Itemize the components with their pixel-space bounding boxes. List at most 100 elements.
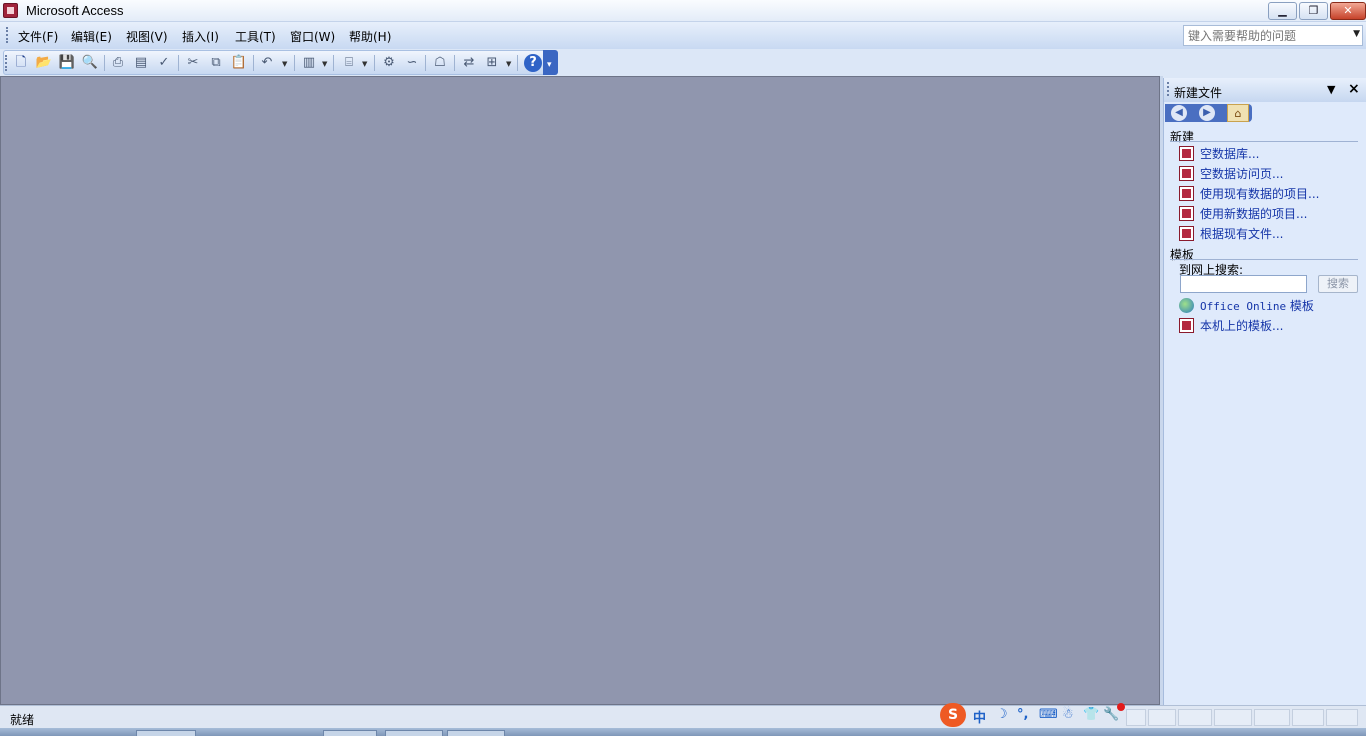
home-icon[interactable]: ⌂ [1227, 104, 1249, 122]
menu-window[interactable]: 窗口(W) [290, 28, 335, 45]
help-question-box[interactable]: ▼ [1183, 25, 1363, 46]
cut-icon[interactable]: ✂ [184, 54, 202, 72]
link-label: 根据现有文件... [1200, 227, 1284, 241]
code-icon[interactable]: ⚙ [380, 54, 398, 72]
file-search-icon[interactable]: 🔍 [81, 54, 99, 72]
section-new-heading: 新建 [1170, 130, 1195, 144]
print-preview-icon[interactable]: ▤ [132, 54, 150, 72]
link-label: 本机上的模板... [1200, 319, 1284, 333]
status-text: 就绪 [10, 713, 35, 727]
project-icon [1179, 206, 1194, 221]
standard-toolbar: 🗋 📂 💾 🔍 ⎙ ▤ ✓ ✂ ⧉ 📋 ↶ ▼ ▥ ▼ ⌸ ▼ ⚙ ∽ ☖ ⇄ … [3, 50, 557, 75]
task-pane-header: 新建文件 ▼ × [1164, 78, 1366, 102]
spelling-icon[interactable]: ✓ [155, 54, 173, 72]
close-icon[interactable]: × [1348, 81, 1360, 97]
toolbar-separator [178, 55, 179, 71]
task-pane-nav-bar: ◀ ▶ ⌂ [1165, 104, 1252, 122]
menu-edit[interactable]: 编辑(E) [71, 28, 112, 45]
status-cell [1326, 709, 1358, 726]
properties-icon[interactable]: ☖ [431, 54, 449, 72]
undo-dropdown-icon[interactable]: ▼ [282, 60, 287, 68]
office-links-dropdown-icon[interactable]: ▼ [322, 60, 327, 68]
section-divider [1170, 141, 1358, 142]
local-templates-link[interactable]: 本机上的模板... [1179, 317, 1283, 334]
window-title: Microsoft Access [26, 3, 124, 18]
toolbar-separator [374, 55, 375, 71]
ime-toolbar: S 中 ☽ °, ⌨ ☃ 👕 🔧 [938, 703, 1126, 727]
access-app-icon[interactable] [3, 3, 18, 18]
paste-icon[interactable]: 📋 [230, 54, 248, 72]
taskbar-button[interactable] [136, 730, 196, 736]
new-object-dropdown-icon[interactable]: ▼ [506, 60, 511, 68]
link-label: 模板 [1286, 299, 1314, 313]
print-icon[interactable]: ⎙ [109, 54, 127, 72]
blank-database-link[interactable]: 空数据库... [1179, 145, 1259, 162]
analyze-dropdown-icon[interactable]: ▼ [362, 60, 367, 68]
back-icon[interactable]: ◀ [1171, 105, 1187, 121]
project-existing-data-link[interactable]: 使用现有数据的项目... [1179, 185, 1319, 202]
taskbar-button[interactable] [323, 730, 377, 736]
template-search-box[interactable] [1180, 275, 1307, 293]
new-file-task-pane: 新建文件 ▼ × ◀ ▶ ⌂ 新建 空数据库... 空数据访问页... 使用现有… [1163, 78, 1366, 705]
task-pane-grip[interactable] [1167, 82, 1170, 96]
blank-data-access-page-link[interactable]: 空数据访问页... [1179, 165, 1283, 182]
status-cell [1178, 709, 1212, 726]
toolbar-separator [517, 55, 518, 71]
data-access-page-icon [1179, 166, 1194, 181]
menu-help[interactable]: 帮助(H) [349, 28, 391, 45]
save-icon[interactable]: 💾 [58, 54, 76, 72]
chevron-down-icon[interactable]: ▼ [1353, 29, 1360, 39]
punctuation-icon[interactable]: °, [1017, 707, 1028, 722]
status-cell [1214, 709, 1252, 726]
new-object-icon[interactable]: ⊞ [483, 54, 501, 72]
menu-file[interactable]: 文件(F) [18, 28, 58, 45]
menu-view[interactable]: 视图(V) [126, 28, 168, 45]
link-label: 空数据库... [1200, 147, 1260, 161]
close-button[interactable]: ✕ [1330, 2, 1366, 20]
user-icon[interactable]: ☃ [1062, 707, 1074, 722]
section-divider [1170, 259, 1358, 260]
script-icon[interactable]: ∽ [403, 54, 421, 72]
copy-icon[interactable]: ⧉ [207, 54, 225, 72]
status-cell [1254, 709, 1290, 726]
menu-tools[interactable]: 工具(T) [235, 28, 276, 45]
undo-icon[interactable]: ↶ [258, 54, 276, 72]
chevron-down-icon[interactable]: ▼ [1327, 83, 1335, 96]
title-bar: Microsoft Access ▁ ❐ ✕ [0, 0, 1366, 22]
skin-icon[interactable]: 👕 [1083, 707, 1099, 722]
notification-dot [1117, 703, 1125, 711]
main-workspace [0, 76, 1160, 705]
search-button[interactable]: 搜索 [1318, 275, 1358, 293]
office-online-templates-link[interactable]: Office Online 模板 [1179, 297, 1314, 314]
project-new-data-link[interactable]: 使用新数据的项目... [1179, 205, 1307, 222]
taskbar-button[interactable] [447, 730, 505, 736]
office-links-icon[interactable]: ▥ [300, 54, 318, 72]
menu-insert[interactable]: 插入(I) [182, 28, 219, 45]
half-width-icon[interactable]: ☽ [996, 707, 1008, 722]
toolbar-options-button[interactable] [543, 50, 558, 75]
database-icon [1179, 146, 1194, 161]
from-existing-file-link[interactable]: 根据现有文件... [1179, 225, 1283, 242]
help-question-input[interactable] [1184, 26, 1344, 45]
menubar-grip[interactable] [6, 27, 9, 43]
forward-icon[interactable]: ▶ [1199, 105, 1215, 121]
taskbar-button[interactable] [385, 730, 443, 736]
analyze-icon[interactable]: ⌸ [340, 54, 358, 72]
open-icon[interactable]: 📂 [35, 54, 53, 72]
restore-button[interactable]: ❐ [1299, 2, 1328, 20]
relationships-icon[interactable]: ⇄ [460, 54, 478, 72]
toolbar-grip[interactable] [5, 55, 8, 71]
help-icon[interactable]: ? [524, 54, 542, 72]
minimize-icon: ▁ [1278, 4, 1287, 17]
keyboard-icon[interactable]: ⌨ [1039, 707, 1058, 722]
menu-bar: 文件(F) 编辑(E) 视图(V) 插入(I) 工具(T) 窗口(W) 帮助(H… [0, 22, 1366, 49]
existing-file-icon [1179, 226, 1194, 241]
status-bar: 就绪 [0, 705, 1366, 728]
status-cell [1292, 709, 1324, 726]
template-search-input[interactable] [1181, 276, 1301, 292]
close-icon: ✕ [1343, 4, 1353, 17]
sogou-logo-icon[interactable]: S [940, 703, 966, 727]
minimize-button[interactable]: ▁ [1268, 2, 1297, 20]
new-icon[interactable]: 🗋 [12, 54, 30, 72]
chinese-mode-icon[interactable]: 中 [973, 707, 986, 726]
